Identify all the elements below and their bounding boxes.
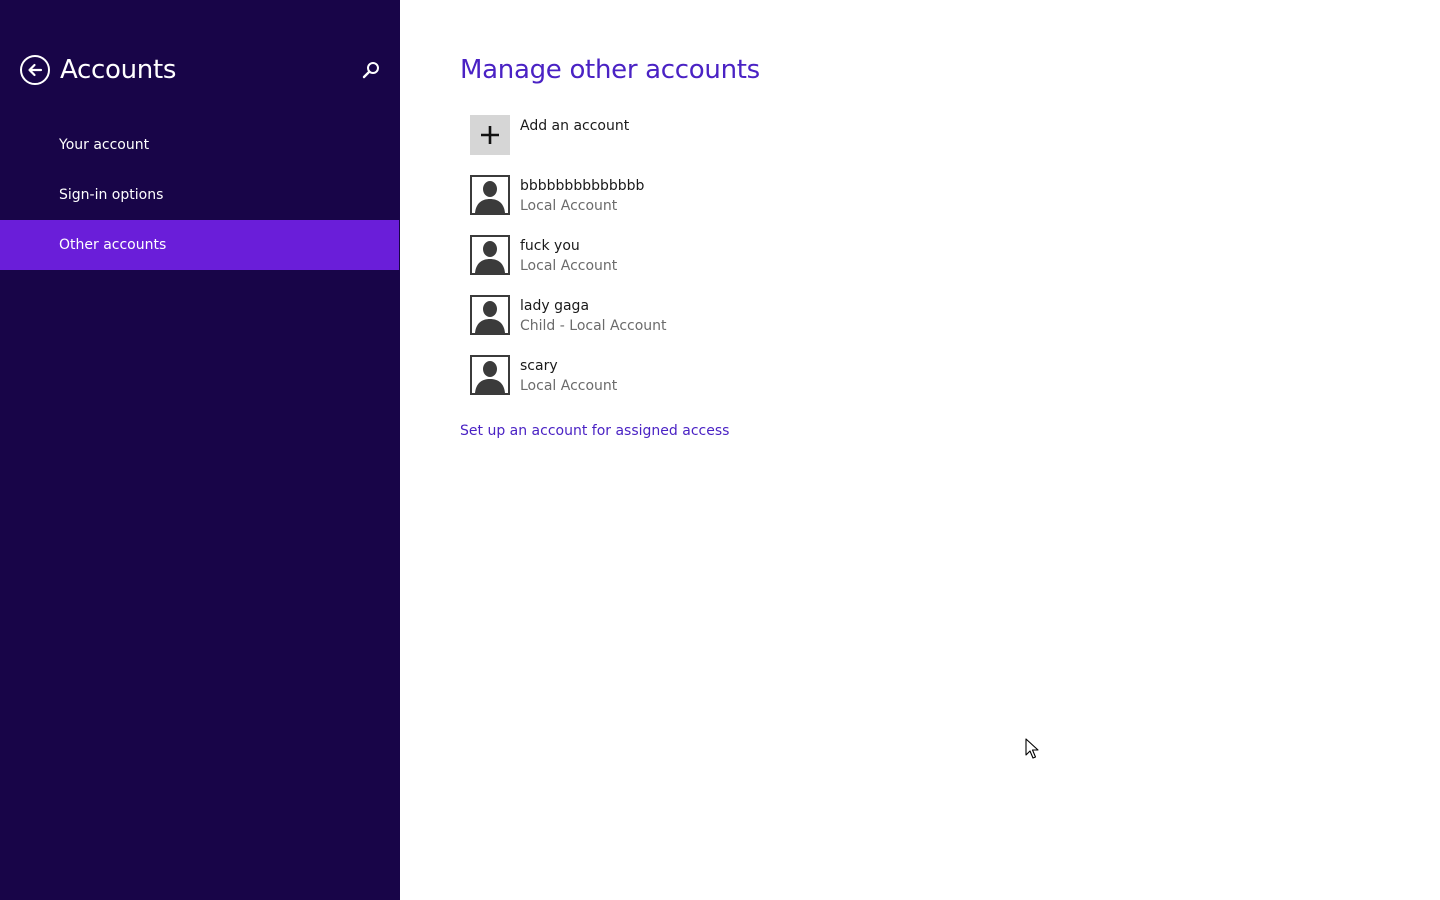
sidebar: Accounts Your account Sign-in options Ot… xyxy=(0,0,400,900)
back-button[interactable] xyxy=(20,55,50,85)
page-title: Manage other accounts xyxy=(460,55,760,85)
avatar xyxy=(470,355,510,395)
plus-icon xyxy=(481,126,499,144)
sidebar-item-label: Sign-in options xyxy=(59,187,164,203)
search-button[interactable] xyxy=(360,60,382,82)
user-silhouette-icon xyxy=(472,177,508,213)
account-name: fuck you xyxy=(520,238,580,254)
back-arrow-icon xyxy=(28,63,43,77)
account-name: lady gaga xyxy=(520,298,590,314)
list-item[interactable]: lady gaga Child - Local Account xyxy=(470,295,970,355)
sidebar-item-label: Your account xyxy=(59,137,150,153)
account-text: bbbbbbbbbbbbbb Local Account xyxy=(520,175,960,216)
account-name: scary xyxy=(520,358,558,374)
list-item[interactable]: scary Local Account xyxy=(470,355,970,415)
user-silhouette-icon xyxy=(472,297,508,333)
account-text: fuck you Local Account xyxy=(520,235,960,276)
sidebar-nav: Your account Sign-in options Other accou… xyxy=(0,120,399,270)
account-type: Local Account xyxy=(520,378,618,394)
add-account-label: Add an account xyxy=(520,118,630,134)
list-item[interactable]: bbbbbbbbbbbbbb Local Account xyxy=(470,175,970,235)
user-silhouette-icon xyxy=(472,237,508,273)
add-account-text: Add an account xyxy=(520,115,960,136)
account-name: bbbbbbbbbbbbbb xyxy=(520,178,645,194)
add-account-button[interactable]: Add an account xyxy=(470,115,970,175)
sidebar-item-label: Other accounts xyxy=(59,237,167,253)
account-type: Child - Local Account xyxy=(520,318,667,334)
avatar xyxy=(470,235,510,275)
settings-app: Accounts Your account Sign-in options Ot… xyxy=(0,0,1440,900)
user-silhouette-icon xyxy=(472,357,508,393)
search-icon xyxy=(362,62,379,79)
main-content: Manage other accounts Add an account bbb… xyxy=(400,0,1440,900)
add-account-tile xyxy=(470,115,510,155)
account-text: scary Local Account xyxy=(520,355,960,396)
sidebar-item-sign-in-options[interactable]: Sign-in options xyxy=(0,170,399,220)
avatar xyxy=(470,175,510,215)
sidebar-item-other-accounts[interactable]: Other accounts xyxy=(0,220,399,270)
sidebar-item-your-account[interactable]: Your account xyxy=(0,120,399,170)
assigned-access-link[interactable]: Set up an account for assigned access xyxy=(460,421,729,441)
account-type: Local Account xyxy=(520,258,618,274)
sidebar-title: Accounts xyxy=(60,55,177,85)
avatar xyxy=(470,295,510,335)
account-text: lady gaga Child - Local Account xyxy=(520,295,960,336)
mouse-cursor-icon xyxy=(1025,738,1039,759)
list-item[interactable]: fuck you Local Account xyxy=(470,235,970,295)
account-type: Local Account xyxy=(520,198,618,214)
account-list: Add an account bbbbbbbbbbbbbb Local Acco… xyxy=(470,115,970,415)
